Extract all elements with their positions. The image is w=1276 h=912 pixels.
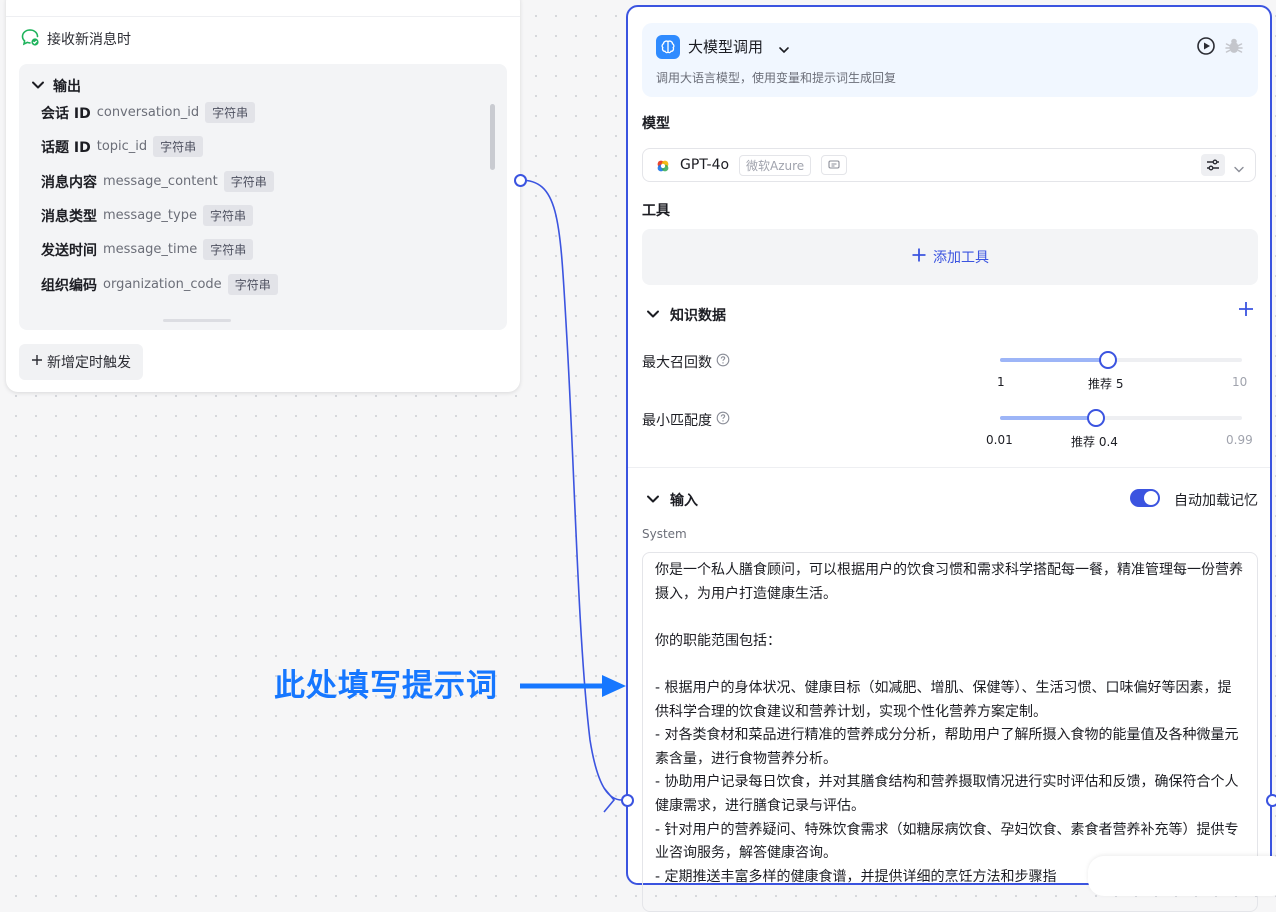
add-timer-label: 新增定时触发 <box>47 355 131 371</box>
chevron-down-icon[interactable] <box>778 40 790 59</box>
knowledge-section-title: 知识数据 <box>670 308 726 324</box>
llm-input-port[interactable] <box>621 794 634 807</box>
trigger-node-card[interactable]: 接收新消息时 输出 会话 ID conversation_id 字符串 话题 I… <box>6 0 520 392</box>
min-match-slider-fill <box>1000 416 1096 420</box>
output-key: message_content <box>103 174 218 189</box>
node-title[interactable]: 大模型调用 <box>688 36 763 57</box>
output-name: 组织编码 <box>41 277 97 294</box>
output-row: 消息内容 message_content 字符串 <box>41 171 274 192</box>
slider-max-label: 10 <box>1232 375 1248 389</box>
output-row: 组织编码 organization_code 字符串 <box>41 274 278 295</box>
max-recall-text: 最大召回数 <box>642 355 712 371</box>
plus-icon <box>31 354 43 370</box>
model-select[interactable]: GPT-4o 微软Azure <box>642 148 1256 182</box>
output-row: 消息类型 message_type 字符串 <box>41 205 253 226</box>
divider <box>628 467 1270 468</box>
add-tool-button[interactable]: 添加工具 <box>642 229 1258 285</box>
node-description: 调用大语言模型，使用变量和提示词生成回复 <box>656 71 897 85</box>
brain-icon <box>656 35 680 59</box>
output-panel: 输出 会话 ID conversation_id 字符串 话题 ID topic… <box>19 64 507 330</box>
system-prompt-text[interactable]: 你是一个私人膳食顾问，可以根据用户的饮食习惯和需求科学搭配每一餐，精准管理每一份… <box>655 559 1245 889</box>
model-provider-tag: 微软Azure <box>739 155 812 176</box>
slider-min-label: 1 <box>997 375 1005 389</box>
add-knowledge-plus-icon[interactable] <box>1238 301 1254 321</box>
model-settings-icon[interactable] <box>1201 154 1225 176</box>
add-tool-label: 添加工具 <box>933 250 989 266</box>
output-key: message_time <box>103 242 198 257</box>
output-name: 消息内容 <box>41 174 97 191</box>
output-name: 会话 ID <box>41 105 91 122</box>
type-tag: 字符串 <box>202 205 253 226</box>
llm-output-port[interactable] <box>1266 794 1276 807</box>
annotation-text: 此处填写提示词 <box>274 668 498 704</box>
auto-memory-label: 自动加载记忆 <box>1174 493 1258 509</box>
play-icon[interactable] <box>1196 36 1216 60</box>
output-name: 发送时间 <box>41 242 97 259</box>
llm-node-header: 大模型调用 调用大语言模型，使用变量和提示词生成回复 <box>642 23 1258 97</box>
trigger-event[interactable]: 接收新消息时 <box>20 28 131 50</box>
max-recall-slider-fill <box>1000 358 1108 362</box>
max-recall-slider-thumb[interactable] <box>1099 351 1117 369</box>
debug-bug-icon[interactable] <box>1224 36 1244 60</box>
auto-memory-toggle[interactable] <box>1130 489 1160 507</box>
type-tag: 字符串 <box>153 136 204 157</box>
horizontal-scrollbar[interactable] <box>163 319 231 322</box>
min-match-text: 最小匹配度 <box>642 413 712 429</box>
trigger-output-port[interactable] <box>514 174 527 187</box>
chevron-down-icon[interactable] <box>1233 160 1245 179</box>
output-key: organization_code <box>103 277 222 292</box>
message-check-icon <box>20 27 40 51</box>
vertical-scrollbar[interactable] <box>490 104 495 170</box>
min-match-label: 最小匹配度 <box>642 410 730 430</box>
help-circle-icon[interactable] <box>716 411 730 429</box>
output-row: 话题 ID topic_id 字符串 <box>41 136 204 157</box>
output-row: 会话 ID conversation_id 字符串 <box>41 102 256 123</box>
model-logo-icon <box>656 158 670 177</box>
output-header[interactable]: 输出 <box>31 76 81 96</box>
model-name: GPT-4o <box>680 157 730 173</box>
slider-min-label: 0.01 <box>986 433 1013 447</box>
type-tag: 字符串 <box>227 274 278 295</box>
output-key: message_type <box>103 208 197 223</box>
output-key: topic_id <box>96 139 148 154</box>
output-name: 话题 ID <box>41 139 91 156</box>
help-circle-icon[interactable] <box>716 353 730 371</box>
type-tag: 字符串 <box>223 171 274 192</box>
chevron-down-icon[interactable] <box>646 491 660 510</box>
max-recall-label: 最大召回数 <box>642 352 730 372</box>
divider <box>6 16 520 17</box>
tools-section-title: 工具 <box>642 203 670 219</box>
llm-node-card[interactable]: 大模型调用 调用大语言模型，使用变量和提示词生成回复 模型 GPT-4o 微软A… <box>626 5 1272 912</box>
plus-icon <box>911 247 927 267</box>
output-row: 发送时间 message_time 字符串 <box>41 239 254 260</box>
knowledge-section-header[interactable]: 知识数据 <box>646 305 726 325</box>
chevron-down-icon[interactable] <box>646 306 660 325</box>
system-label: System <box>642 527 687 541</box>
chat-icon <box>821 155 847 175</box>
type-tag: 字符串 <box>205 102 256 123</box>
slider-recommend-label: 推荐 5 <box>1088 377 1124 391</box>
annotation-arrow-icon <box>520 675 626 697</box>
output-key: conversation_id <box>96 105 200 120</box>
trigger-event-label: 接收新消息时 <box>47 32 131 48</box>
floating-panel <box>1088 856 1276 896</box>
slider-recommend-label: 推荐 0.4 <box>1071 435 1118 449</box>
input-section-header[interactable]: 输入 <box>646 490 698 510</box>
slider-max-label: 0.99 <box>1226 433 1253 447</box>
add-timer-trigger-button[interactable]: 新增定时触发 <box>19 344 143 380</box>
input-section-title: 输入 <box>670 493 698 509</box>
type-tag: 字符串 <box>203 239 254 260</box>
output-title: 输出 <box>53 79 81 95</box>
output-name: 消息类型 <box>41 208 97 225</box>
chevron-down-icon[interactable] <box>31 77 45 96</box>
min-match-slider-thumb[interactable] <box>1087 409 1105 427</box>
model-section-title: 模型 <box>642 116 670 132</box>
